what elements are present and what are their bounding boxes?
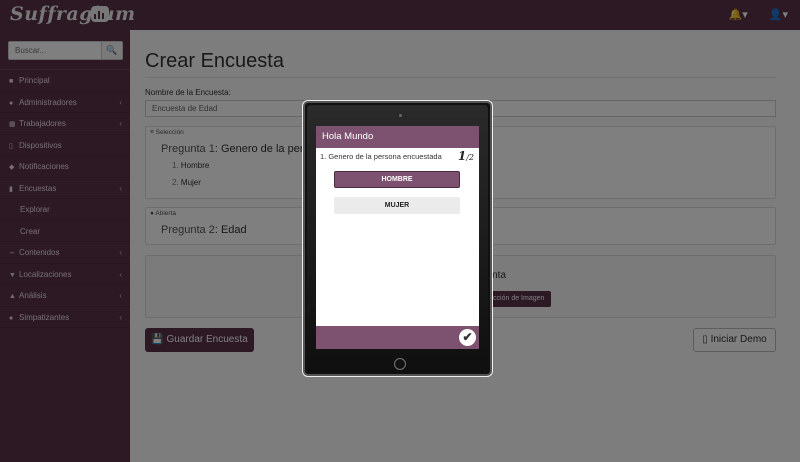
counter-total: 2 <box>468 153 474 162</box>
answer-button-hombre[interactable]: HOMBRE <box>334 171 460 188</box>
counter-current: 1 <box>457 149 467 163</box>
answer-button-mujer[interactable]: MUJER <box>334 197 460 214</box>
survey-question: 1. Genero de la persona encuestada <box>320 152 442 161</box>
home-button[interactable] <box>394 358 406 370</box>
question-counter: 1/2 <box>457 149 474 163</box>
check-icon[interactable]: ✔ <box>459 329 476 346</box>
survey-header: Hola Mundo <box>316 126 479 148</box>
tablet-screen: Hola Mundo 1. Genero de la persona encue… <box>316 126 479 349</box>
survey-footer: ✔ <box>316 326 479 349</box>
camera-icon <box>399 114 402 117</box>
